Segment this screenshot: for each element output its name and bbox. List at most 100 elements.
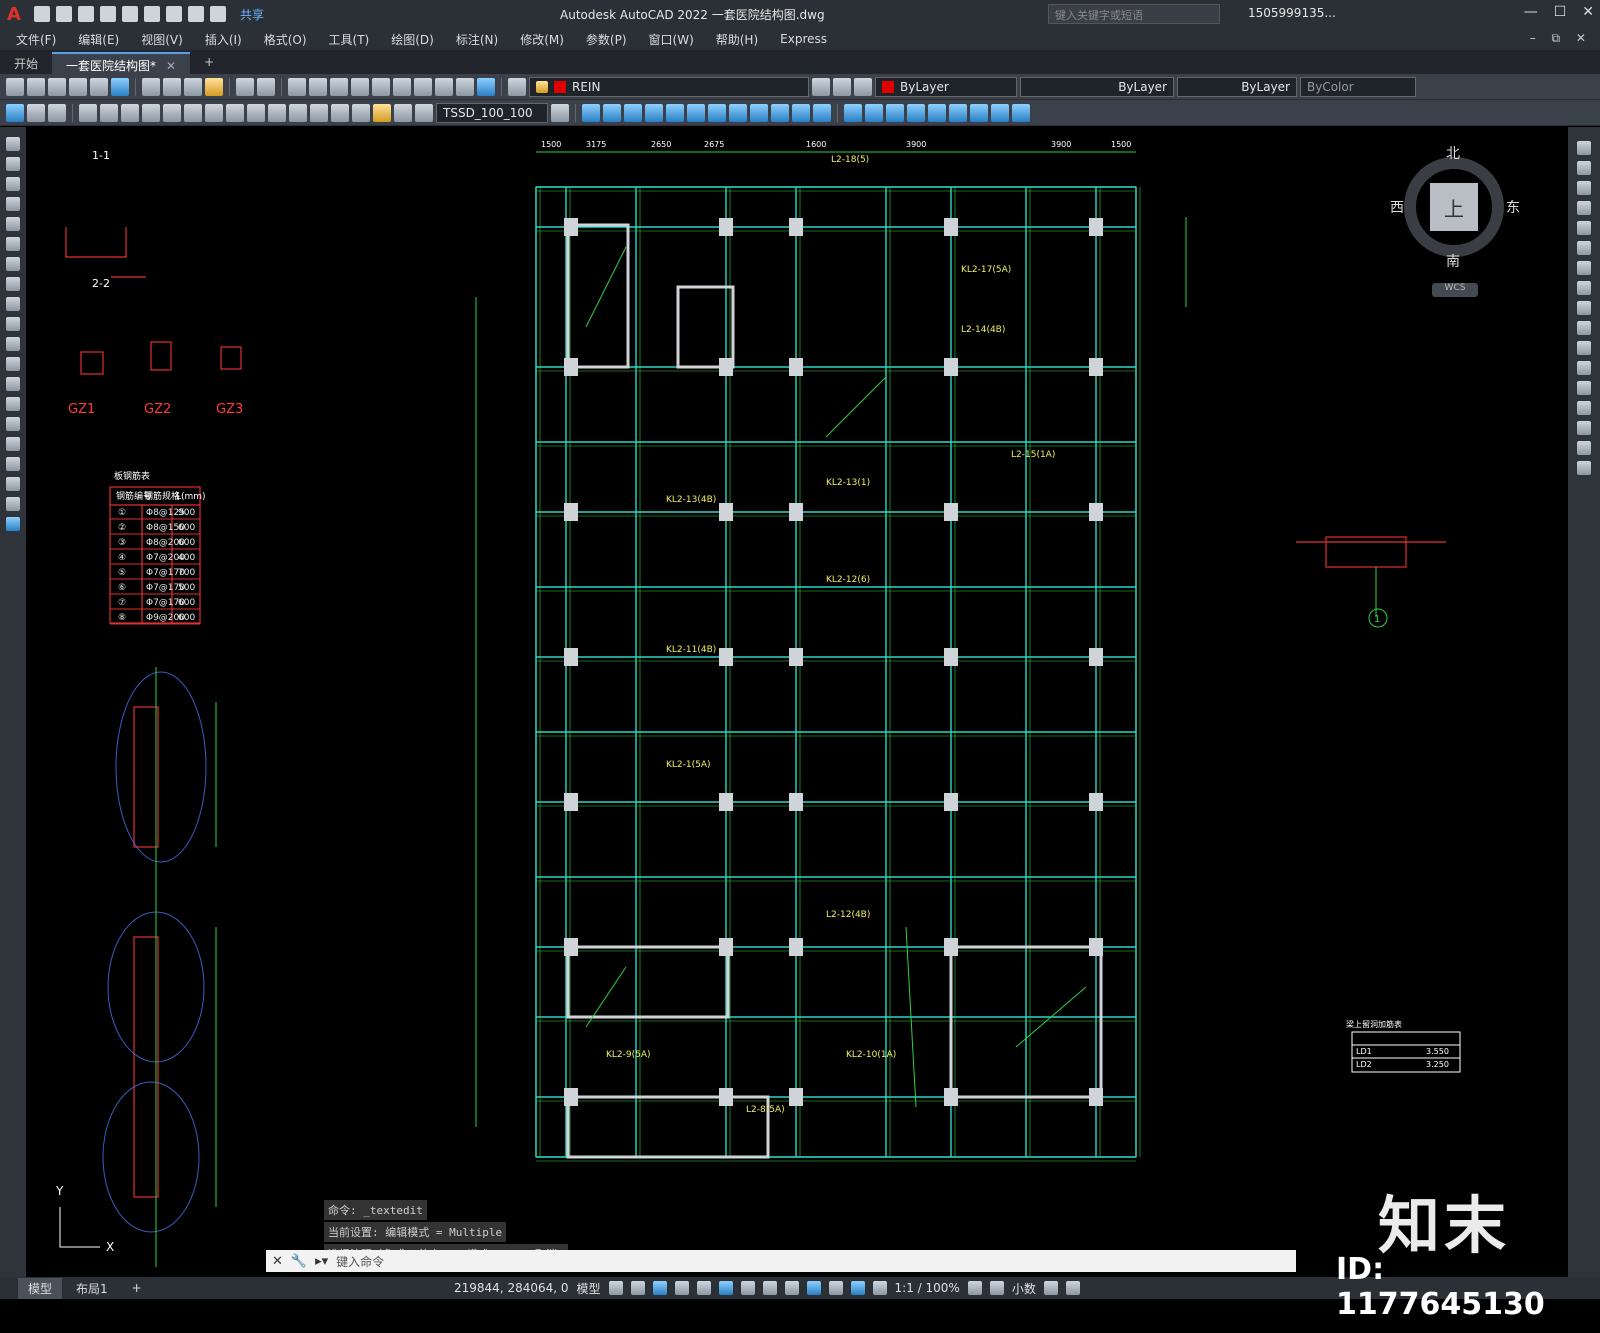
wcs-menu[interactable]: WCS (1432, 283, 1478, 297)
tab-start[interactable]: 开始 (0, 52, 52, 74)
menu-modify[interactable]: 修改(M) (520, 31, 564, 48)
viewcube-face[interactable]: 上 (1430, 183, 1478, 231)
preview-icon[interactable] (90, 77, 108, 96)
new-tab-button[interactable]: + (190, 52, 228, 74)
elevation-icon[interactable] (394, 103, 412, 122)
maximize-icon[interactable]: ☐ (1554, 4, 1567, 20)
block-icon-21[interactable] (1012, 103, 1030, 122)
close-icon[interactable]: ✕ (1582, 4, 1594, 20)
style-icon[interactable] (551, 103, 569, 122)
block-icon-20[interactable] (991, 103, 1009, 122)
open-web-icon[interactable] (122, 6, 138, 22)
gradient-tool-icon[interactable] (6, 437, 20, 451)
markup-icon[interactable] (435, 77, 453, 96)
annotation-scale[interactable]: 1:1 / 100% (895, 1281, 960, 1295)
insert-block-tool-icon[interactable] (6, 357, 20, 371)
ortho-toggle-icon[interactable] (652, 1281, 667, 1295)
save-icon[interactable] (48, 77, 66, 96)
text-icon[interactable] (289, 103, 307, 122)
copy-icon[interactable] (163, 77, 181, 96)
auto-scale-icon[interactable] (872, 1281, 887, 1295)
add-icon[interactable] (989, 1281, 1004, 1295)
zoom-previous-icon[interactable] (330, 77, 348, 96)
spline-tool-icon[interactable] (6, 297, 20, 311)
block-icon-19[interactable] (970, 103, 988, 122)
autocad-logo-icon[interactable]: A (0, 0, 28, 28)
menu-insert[interactable]: 插入(I) (205, 31, 242, 48)
tab-layout1[interactable]: 布局1 (66, 1278, 118, 1299)
tab-drawing[interactable]: 一套医院结构图* ✕ (52, 52, 191, 74)
viewcube-east[interactable]: 东 (1506, 197, 1520, 217)
check-icon[interactable] (352, 103, 370, 122)
workspace-icon[interactable] (967, 1281, 982, 1295)
array-icon[interactable] (1577, 221, 1591, 235)
polyline-tool-icon[interactable] (6, 177, 20, 191)
block-icon-7[interactable] (708, 103, 726, 122)
plotstyle-dropdown[interactable]: ByColor (1300, 76, 1416, 97)
rotate-icon[interactable] (1577, 261, 1591, 275)
block-icon-8[interactable] (729, 103, 747, 122)
xline-tool-icon[interactable] (6, 157, 20, 171)
minimize-icon[interactable]: — (1524, 4, 1538, 20)
layer-state-icon[interactable] (854, 77, 872, 96)
sheet-set-icon[interactable] (414, 77, 432, 96)
block-icon-14[interactable] (865, 103, 883, 122)
open-icon[interactable] (27, 77, 45, 96)
erase-icon[interactable] (1577, 141, 1591, 155)
layer-properties-icon[interactable] (508, 77, 526, 96)
line-icon[interactable] (184, 103, 202, 122)
block-icon-13[interactable] (844, 103, 862, 122)
design-center-icon[interactable] (372, 77, 390, 96)
snap-toggle-icon[interactable] (630, 1281, 645, 1295)
mtext-tool-icon[interactable] (6, 497, 20, 511)
3d-osnap-icon[interactable] (806, 1281, 821, 1295)
stretch-icon[interactable] (1577, 301, 1591, 315)
customize-status-icon[interactable] (1065, 1281, 1080, 1295)
dimension-icon[interactable] (226, 103, 244, 122)
doc-window-controls[interactable]: – ⧉ ✕ (1530, 31, 1592, 46)
calculator-icon[interactable] (456, 77, 474, 96)
block-icon-11[interactable] (792, 103, 810, 122)
offset-icon[interactable] (1577, 201, 1591, 215)
close-command-icon[interactable]: ✕ (272, 1254, 283, 1269)
customize-icon[interactable]: 🔧 (291, 1254, 307, 1269)
grid-icon[interactable] (142, 103, 160, 122)
beam-icon[interactable] (79, 103, 97, 122)
properties-icon[interactable] (351, 77, 369, 96)
block-icon-16[interactable] (907, 103, 925, 122)
fillet-icon[interactable] (1577, 421, 1591, 435)
mirror-icon[interactable] (1577, 181, 1591, 195)
lineweight-dropdown[interactable]: ByLayer (1177, 76, 1297, 97)
units-readout[interactable]: 小数 (1012, 1280, 1036, 1297)
rectangle-tool-icon[interactable] (6, 217, 20, 231)
menu-dimension[interactable]: 标注(N) (456, 31, 498, 48)
undo-icon[interactable] (236, 77, 254, 96)
annotation-visibility-icon[interactable] (850, 1281, 865, 1295)
viewcube-north[interactable]: 北 (1446, 143, 1460, 163)
block-icon-2[interactable] (603, 103, 621, 122)
tssd-icon-3[interactable] (48, 103, 66, 122)
undo-icon[interactable] (188, 6, 204, 22)
redo-icon[interactable] (257, 77, 275, 96)
block-icon-17[interactable] (928, 103, 946, 122)
publish-icon[interactable] (111, 77, 129, 96)
region-tool-icon[interactable] (6, 457, 20, 471)
viewcube-west[interactable]: 西 (1390, 197, 1404, 217)
chamfer-icon[interactable] (1577, 401, 1591, 415)
arc-icon[interactable] (163, 103, 181, 122)
new-file-icon[interactable] (34, 6, 50, 22)
plot-icon[interactable] (69, 77, 87, 96)
block-icon-6[interactable] (687, 103, 705, 122)
break-icon[interactable] (1577, 361, 1591, 375)
ellipse-arc-tool-icon[interactable] (6, 337, 20, 351)
block-icon-18[interactable] (949, 103, 967, 122)
match-properties-icon[interactable] (205, 77, 223, 96)
arc-tool-icon[interactable] (6, 237, 20, 251)
add-selected-tool-icon[interactable] (6, 517, 20, 531)
transparency-toggle-icon[interactable] (762, 1281, 777, 1295)
join-icon[interactable] (1577, 381, 1591, 395)
block-icon-4[interactable] (645, 103, 663, 122)
menu-help[interactable]: 帮助(H) (716, 31, 758, 48)
menu-window[interactable]: 窗口(W) (649, 31, 694, 48)
save-as-icon[interactable] (100, 6, 116, 22)
